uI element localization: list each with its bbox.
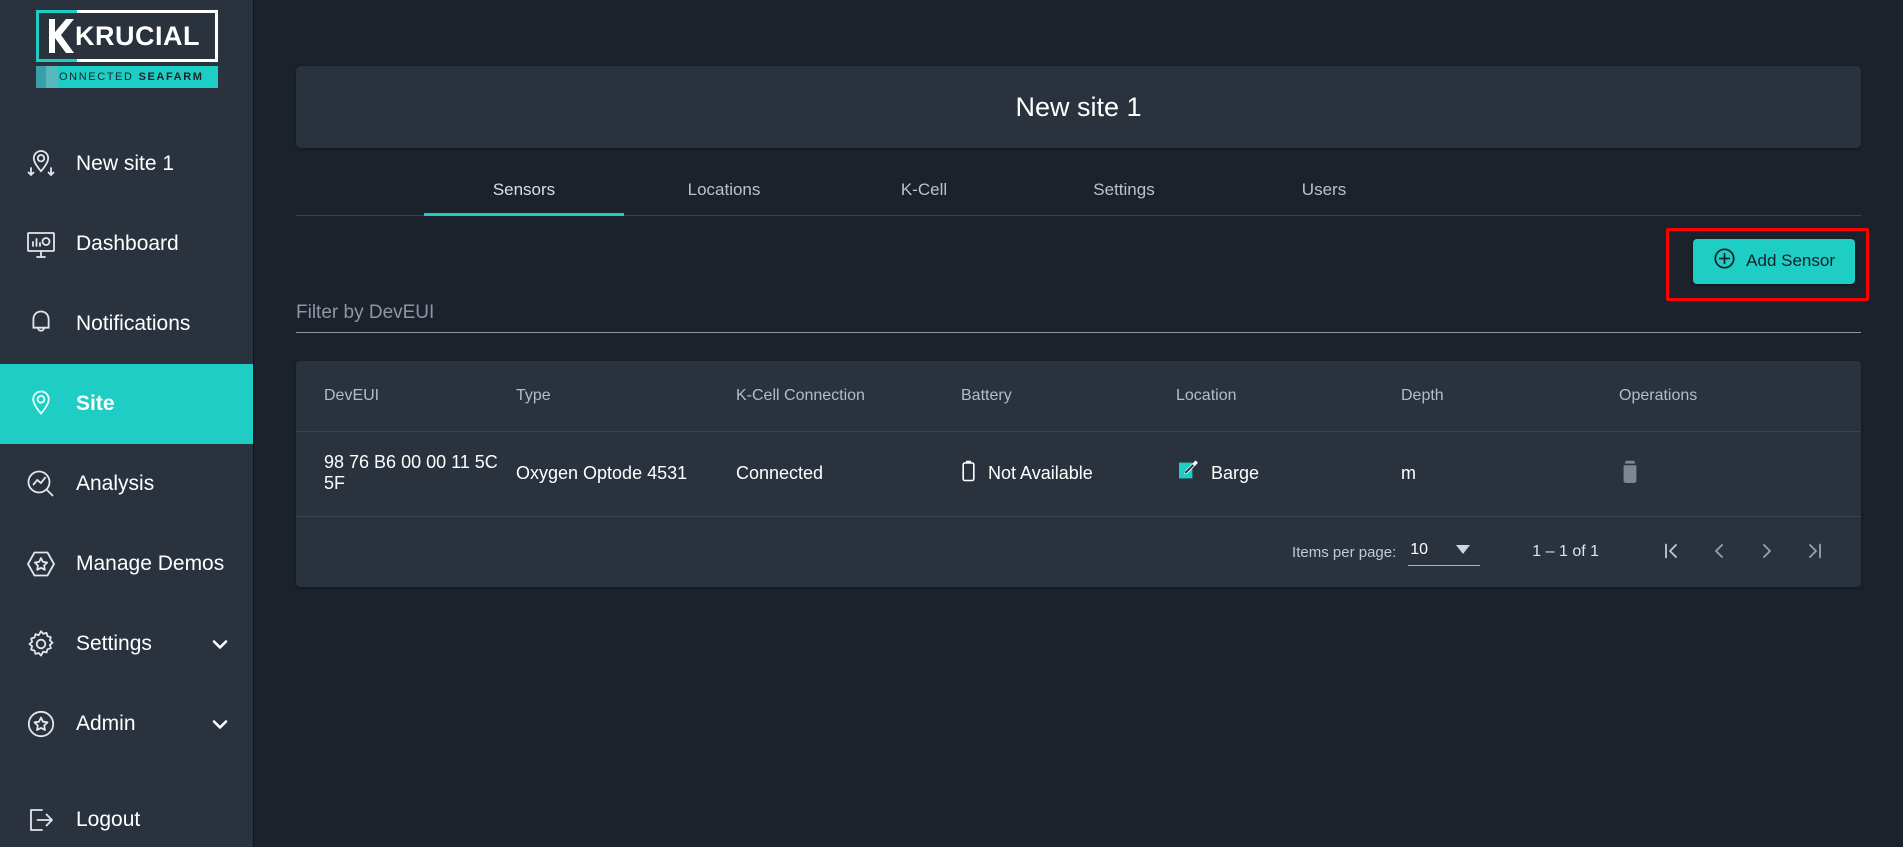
items-per-page-label: Items per page: [1292,543,1397,561]
chevron-down-icon[interactable] [209,713,231,735]
cell-deveui: 98 76 B6 00 00 11 5C 5F [296,431,516,517]
sidebar-item-admin[interactable]: Admin [0,684,253,764]
tab-users[interactable]: Users [1224,166,1424,215]
logo-box: KRUCIAL [35,10,218,62]
sidebar-item-label: Admin [76,712,136,735]
sidebar-item-notifications[interactable]: Notifications [0,284,253,364]
app-root: KRUCIAL CONNECTED SEAFARM New site 1 Das… [0,0,1903,847]
trash-icon [1619,459,1641,488]
delete-row-button[interactable] [1619,459,1641,488]
sidebar-item-manage-demos[interactable]: Manage Demos [0,524,253,604]
logo-tagline-bold: SEAFARM [138,71,204,83]
sidebar-item-site[interactable]: Site [0,364,253,444]
sidebar-item-label: Analysis [76,472,155,495]
sidebar: KRUCIAL CONNECTED SEAFARM New site 1 Das… [0,0,254,847]
sidebar-item-label: Settings [76,632,152,655]
tab-k-cell[interactable]: K-Cell [824,166,1024,215]
circle-star-icon [22,705,60,743]
sidebar-item-logout[interactable]: Logout [0,780,253,847]
logout-arrow-icon [22,801,60,839]
plus-circle-icon [1713,247,1736,275]
add-sensor-label: Add Sensor [1746,251,1835,270]
sidebar-item-analysis[interactable]: Analysis [0,444,253,524]
page-title: New site 1 [1015,91,1142,122]
cell-kcell-connection: Connected [736,431,961,517]
last-page-icon [1804,540,1826,565]
column-header-kcell: K-Cell Connection [736,361,961,432]
column-header-deveui: DevEUI [296,361,516,432]
tab-settings[interactable]: Settings [1024,166,1224,215]
cell-depth: m [1401,431,1619,517]
chevron-down-icon[interactable] [209,633,231,655]
tab-bar: Sensors Locations K-Cell Settings Users [296,166,1861,216]
sidebar-item-settings[interactable]: Settings [0,604,253,684]
table-header-row: DevEUI Type K-Cell Connection Battery Lo… [296,361,1861,432]
table-body: 98 76 B6 00 00 11 5C 5F Oxygen Optode 45… [296,431,1861,517]
column-header-type: Type [516,361,736,432]
sidebar-item-label: Site [76,392,115,415]
cell-type: Oxygen Optode 4531 [516,431,736,517]
first-page-icon [1660,540,1682,565]
logo-k-glyph [48,19,74,53]
first-page-button[interactable] [1647,532,1695,572]
column-header-operations: Operations [1619,361,1861,432]
table-paginator: Items per page: 10 1 – 1 of 1 [296,517,1861,587]
sidebar-item-label: Dashboard [76,232,179,255]
analysis-magnifier-icon [22,465,60,503]
next-page-icon [1756,540,1778,565]
sidebar-item-label: New site 1 [76,152,175,175]
tab-locations[interactable]: Locations [624,166,824,215]
location-text: Barge [1211,462,1260,483]
cell-operations [1619,431,1861,517]
last-page-button[interactable] [1791,532,1839,572]
previous-page-icon [1708,540,1730,565]
location-pin-icon [22,385,60,423]
column-header-location: Location [1176,361,1401,432]
cell-battery: Not Available [961,431,1176,517]
dashboard-monitor-icon [22,225,60,263]
page-range-label: 1 – 1 of 1 [1532,543,1599,560]
main-content: New site 1 Sensors Locations K-Cell Sett… [254,0,1903,847]
sidebar-item-label: Logout [76,808,141,831]
hexagon-star-icon [22,545,60,583]
table-row[interactable]: 98 76 B6 00 00 11 5C 5F Oxygen Optode 45… [296,431,1861,517]
logo-tagline: CONNECTED SEAFARM [35,66,218,88]
sidebar-item-new-site-1[interactable]: New site 1 [0,124,253,204]
next-page-button[interactable] [1743,532,1791,572]
column-header-depth: Depth [1401,361,1619,432]
location-pin-download-icon [22,145,60,183]
logo-tagline-light: CONNECTED [49,71,134,83]
logo-wordmark: KRUCIAL [75,20,200,51]
battery-icon [961,459,976,488]
sidebar-item-dashboard[interactable]: Dashboard [0,204,253,284]
table-header: DevEUI Type K-Cell Connection Battery Lo… [296,361,1861,432]
sensors-table: DevEUI Type K-Cell Connection Battery Lo… [296,361,1861,517]
chevron-down-icon [1456,541,1471,559]
site-header-card: New site 1 [296,66,1861,148]
sidebar-item-label: Manage Demos [76,552,225,575]
sidebar-nav: New site 1 Dashboard Notifications Site … [0,124,253,847]
gear-icon [22,625,60,663]
sensors-table-card: DevEUI Type K-Cell Connection Battery Lo… [296,361,1861,587]
bell-icon [22,305,60,343]
edit-pencil-icon[interactable] [1176,459,1199,487]
brand-logo: KRUCIAL CONNECTED SEAFARM [0,0,253,102]
items-per-page-select[interactable]: 10 [1408,539,1481,566]
filter-field[interactable] [296,302,1861,333]
cell-location: Barge [1176,431,1401,517]
previous-page-button[interactable] [1695,532,1743,572]
sidebar-item-label: Notifications [76,312,191,335]
column-header-battery: Battery [961,361,1176,432]
action-row: Add Sensor [296,216,1869,306]
tab-sensors[interactable]: Sensors [424,166,624,216]
add-sensor-button[interactable]: Add Sensor [1693,238,1855,284]
battery-status-text: Not Available [988,462,1093,483]
items-per-page-value: 10 [1410,540,1429,558]
